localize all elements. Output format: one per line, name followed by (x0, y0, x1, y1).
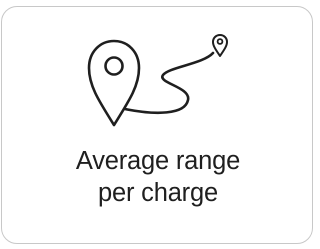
route-map-pin-icon (87, 34, 228, 127)
caption-line-1: Average range (75, 147, 241, 175)
caption-line-2: per charge (98, 179, 218, 207)
